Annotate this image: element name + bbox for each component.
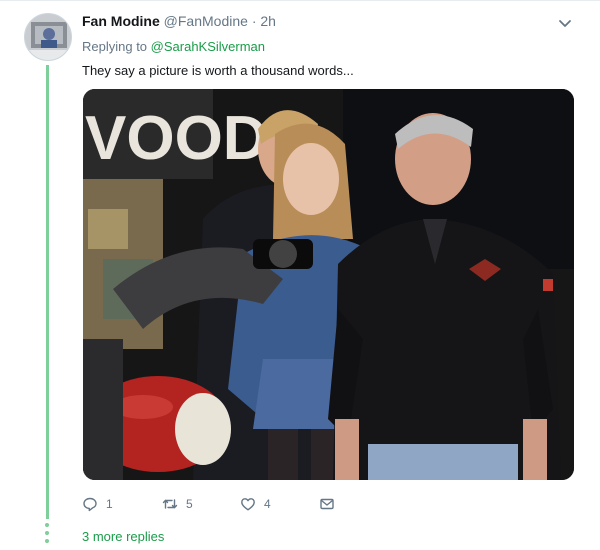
author-name[interactable]: Fan Modine: [82, 13, 160, 29]
thread-dots: [45, 523, 49, 545]
like-count: 4: [264, 497, 271, 511]
tweet-photo: VOOD: [83, 89, 574, 480]
replying-to-prefix: Replying to: [82, 39, 151, 54]
heart-icon: [241, 498, 255, 511]
avatar-image: [25, 14, 71, 60]
reply-button[interactable]: 1: [82, 494, 113, 514]
tweet-header: Fan Modine @FanModine · 2h: [82, 13, 276, 33]
more-replies-link[interactable]: 3 more replies: [82, 529, 164, 544]
chevron-down-icon[interactable]: [557, 15, 573, 31]
replying-to-line: Replying to @SarahKSilverman: [82, 39, 265, 54]
retweet-icon: [162, 499, 178, 509]
retweet-count: 5: [186, 497, 193, 511]
author-handle[interactable]: @FanModine: [164, 13, 248, 29]
tweet-text: They say a picture is worth a thousand w…: [82, 63, 354, 78]
avatar[interactable]: [24, 13, 72, 61]
sign-text: VOOD: [85, 104, 268, 173]
timestamp[interactable]: 2h: [260, 13, 276, 29]
tweet-actions: 1 5 4: [82, 494, 382, 514]
dot-separator: ·: [251, 13, 257, 29]
reply-count: 1: [106, 497, 113, 511]
replying-to-handle[interactable]: @SarahKSilverman: [151, 39, 265, 54]
tweet-media[interactable]: VOOD: [83, 89, 574, 480]
retweet-button[interactable]: 5: [162, 494, 193, 514]
tweet[interactable]: Fan Modine @FanModine · 2h Replying to @…: [0, 0, 600, 550]
direct-message-button[interactable]: [319, 494, 335, 514]
like-button[interactable]: 4: [240, 494, 271, 514]
thread-line: [46, 65, 49, 519]
envelope-icon: [320, 498, 334, 510]
reply-icon: [83, 497, 97, 512]
